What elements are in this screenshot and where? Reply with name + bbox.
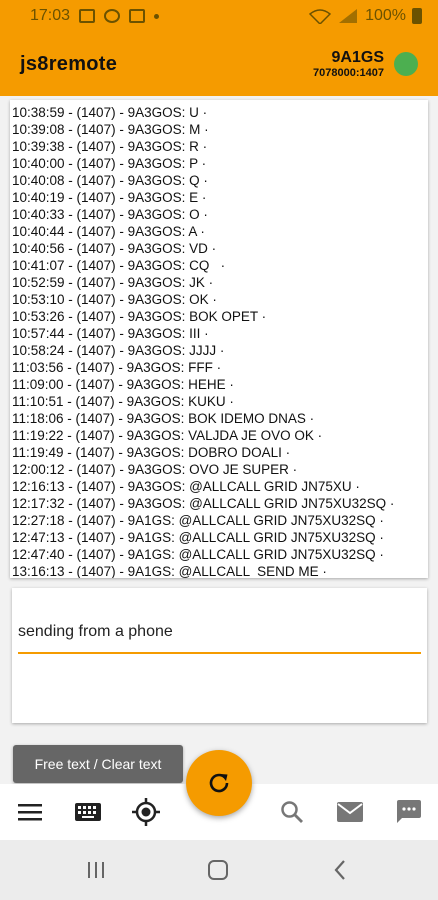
status-bar: 17:03 100% xyxy=(0,0,438,32)
more-notifications-icon xyxy=(154,13,160,19)
log-line: 10:40:08 - (1407) - 9A3GOS: Q · xyxy=(12,173,208,188)
battery-percent: 100% xyxy=(365,7,406,24)
log-line: 12:17:32 - (1407) - 9A3GOS: @ALLCALL GRI… xyxy=(12,496,395,511)
search-icon[interactable] xyxy=(278,798,306,826)
log-line: 10:39:38 - (1407) - 9A3GOS: R · xyxy=(12,139,208,154)
log-line: 10:40:00 - (1407) - 9A3GOS: P · xyxy=(12,156,207,171)
log-line: 11:18:06 - (1407) - 9A3GOS: BOK IDEMO DN… xyxy=(12,411,315,426)
log-line: 10:40:56 - (1407) - 9A3GOS: VD · xyxy=(12,241,217,256)
chat-notification-icon xyxy=(129,9,146,23)
log-line: 10:53:10 - (1407) - 9A3GOS: OK · xyxy=(12,292,217,307)
frequency: 7078000:1407 xyxy=(313,67,384,79)
callsign: 9A1GS xyxy=(331,49,384,66)
station-info: 9A1GS 7078000:1407 xyxy=(313,49,418,79)
app-title: js8remote xyxy=(20,52,118,75)
status-left: 17:03 xyxy=(30,7,160,25)
log-line: 11:10:51 - (1407) - 9A3GOS: KUKU · xyxy=(12,394,234,409)
log-line: 12:27:18 - (1407) - 9A1GS: @ALLCALL GRID… xyxy=(12,513,384,528)
log-line: 10:40:19 - (1407) - 9A3GOS: E · xyxy=(12,190,207,205)
signal-icon xyxy=(339,9,358,23)
free-text-clear-button[interactable]: Free text / Clear text xyxy=(13,745,183,783)
app-bar: js8remote 9A1GS 7078000:1407 xyxy=(0,32,438,96)
system-nav-bar xyxy=(0,840,438,900)
callsign-box: 9A1GS 7078000:1407 xyxy=(313,49,384,79)
log-line: 10:41:07 - (1407) - 9A3GOS: CQ · xyxy=(12,258,226,273)
status-right: 100% xyxy=(309,7,422,25)
back-icon[interactable] xyxy=(327,858,353,882)
recent-apps-icon[interactable] xyxy=(83,858,109,882)
log-line: 13:16:13 - (1407) - 9A1GS: @ALLCALL SEND… xyxy=(12,564,327,578)
log-line: 11:19:22 - (1407) - 9A3GOS: VALJDA JE OV… xyxy=(12,428,323,443)
log-line: 10:52:59 - (1407) - 9A3GOS: JK · xyxy=(12,275,214,290)
mail-icon[interactable] xyxy=(336,798,364,826)
log-line: 12:00:12 - (1407) - 9A3GOS: OVO JE SUPER… xyxy=(12,462,298,477)
keyboard-icon[interactable] xyxy=(74,798,102,826)
log-line: 10:39:08 - (1407) - 9A3GOS: M · xyxy=(12,122,209,137)
home-icon[interactable] xyxy=(205,858,231,882)
compose-card xyxy=(12,588,427,723)
connection-status-indicator xyxy=(394,52,418,76)
log-line: 12:47:40 - (1407) - 9A1GS: @ALLCALL GRID… xyxy=(12,547,384,562)
log-line: 11:19:49 - (1407) - 9A3GOS: DOBRO DOALI … xyxy=(12,445,291,460)
log-line: 11:09:00 - (1407) - 9A3GOS: HEHE · xyxy=(12,377,234,392)
log-line: 12:47:13 - (1407) - 9A1GS: @ALLCALL GRID… xyxy=(12,530,384,545)
wifi-icon xyxy=(309,9,332,24)
gallery-notification-icon xyxy=(79,9,96,23)
refresh-button[interactable] xyxy=(186,750,252,816)
log-line: 11:03:56 - (1407) - 9A3GOS: FFF · xyxy=(12,360,222,375)
log-line: 10:40:44 - (1407) - 9A3GOS: A · xyxy=(12,224,205,239)
message-log[interactable]: 10:38:59 - (1407) - 9A3GOS: U · 10:39:08 … xyxy=(10,100,428,578)
log-line: 10:38:59 - (1407) - 9A3GOS: U · xyxy=(12,105,208,120)
menu-icon[interactable] xyxy=(16,798,44,826)
log-line: 10:57:44 - (1407) - 9A3GOS: III · xyxy=(12,326,209,341)
log-line: 10:53:26 - (1407) - 9A3GOS: BOK OPET · xyxy=(12,309,267,324)
status-time: 17:03 xyxy=(30,7,71,24)
log-line: 10:40:33 - (1407) - 9A3GOS: O · xyxy=(12,207,208,222)
message-input[interactable] xyxy=(18,612,421,654)
log-line: 12:16:13 - (1407) - 9A3GOS: @ALLCALL GRI… xyxy=(12,479,360,494)
battery-icon xyxy=(412,8,422,24)
log-line: 10:58:24 - (1407) - 9A3GOS: JJJJ · xyxy=(12,343,225,358)
gps-target-icon[interactable] xyxy=(132,798,160,826)
chat-icon[interactable] xyxy=(394,798,422,826)
refresh-icon xyxy=(209,773,229,793)
sync-notification-icon xyxy=(104,9,121,23)
